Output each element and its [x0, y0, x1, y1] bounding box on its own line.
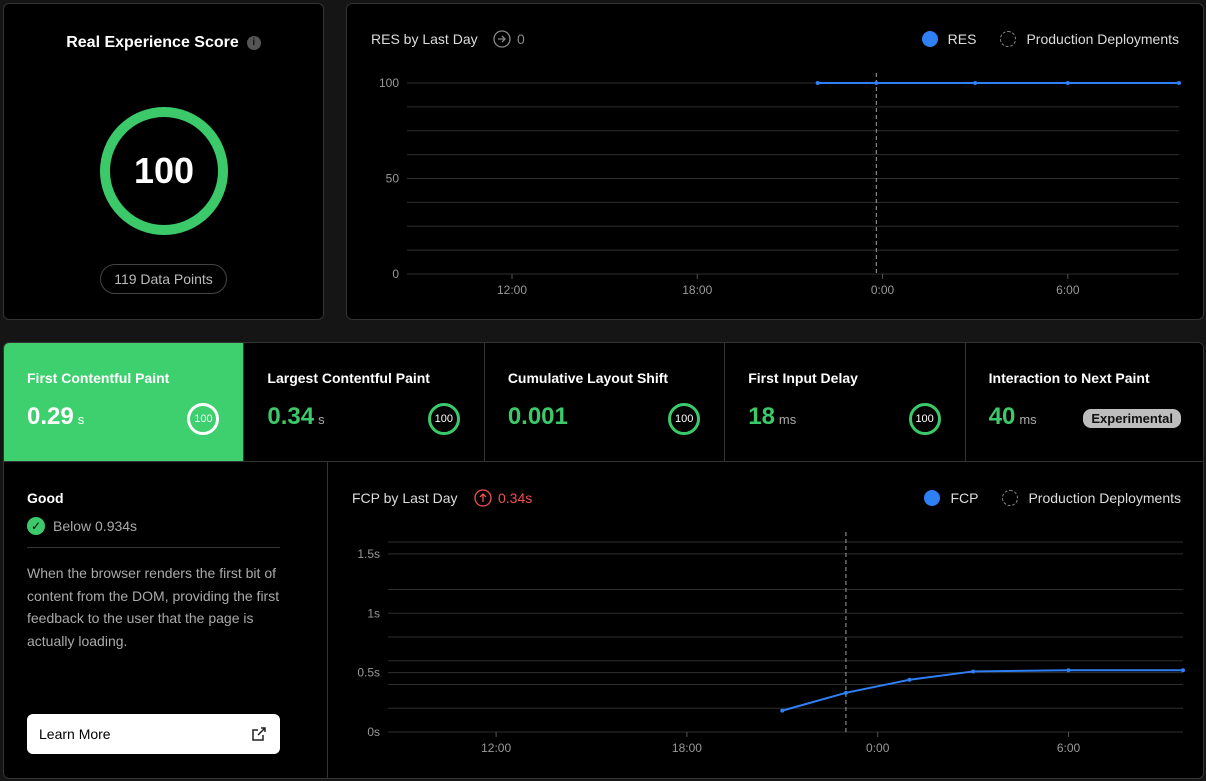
y-tick-label: 0 — [392, 267, 399, 281]
fcp-line-chart: 1.5s 1s 0.5s 0s 12:00 18:00 0:00 6:00 — [357, 532, 1185, 755]
experimental-badge: Experimental — [1083, 409, 1182, 428]
tab-interaction-to-next-paint[interactable]: Interaction to Next Paint 40 ms Experimen… — [965, 343, 1203, 461]
tab-label: Largest Contentful Paint — [267, 370, 430, 386]
metric-tabs: First Contentful Paint 0.29 s 100 Largest… — [4, 343, 1203, 462]
tab-score-ring: 100 — [908, 403, 941, 435]
web-vitals-card: First Contentful Paint 0.29 s 100 Largest… — [3, 342, 1204, 779]
tab-first-contentful-paint[interactable]: First Contentful Paint 0.29 s 100 — [4, 343, 245, 461]
tab-label: First Contentful Paint — [27, 370, 170, 386]
y-tick-label: 50 — [386, 172, 400, 186]
tab-score-ring: 100 — [668, 403, 701, 435]
metric-description: When the browser renders the first bit o… — [27, 565, 280, 649]
x-tick-label: 12:00 — [497, 283, 527, 297]
tab-value: 0.29 s — [27, 403, 84, 431]
res-line-chart: 100 50 0 12:00 18:00 0:00 6:00 — [379, 73, 1181, 297]
tab-score-ring: 100 — [187, 403, 220, 435]
series-line — [782, 669, 1183, 712]
data-point — [1181, 668, 1185, 673]
x-tick-label: 0:00 — [866, 741, 890, 755]
data-point — [815, 81, 820, 85]
score-value: 100 — [133, 150, 195, 191]
data-point — [1066, 668, 1071, 673]
data-point — [843, 690, 848, 695]
res-score-card: Real Experience Score i 100 119 Data Poin… — [3, 3, 324, 320]
data-point — [1177, 81, 1181, 85]
tab-value-number: 40 — [988, 403, 1016, 430]
divider — [27, 547, 280, 548]
score-ring: 100 — [100, 107, 228, 235]
x-tick-label: 12:00 — [481, 741, 511, 755]
tab-first-input-delay[interactable]: First Input Delay 18 ms 100 — [725, 343, 966, 461]
data-point — [907, 677, 912, 682]
tab-unit: s — [318, 412, 325, 427]
y-tick-label: 0.5s — [357, 666, 380, 680]
tab-value: 40 ms — [989, 403, 1037, 431]
data-point — [874, 81, 879, 85]
external-link-icon — [252, 727, 266, 741]
tab-value-number: 0.34 — [267, 403, 315, 430]
threshold-text: Below 0.934s — [53, 518, 138, 534]
info-icon[interactable]: i — [246, 36, 261, 50]
x-tick-label: 18:00 — [682, 283, 712, 297]
check-circle-icon: ✓ — [27, 517, 45, 535]
threshold-row: ✓ Below 0.934s — [27, 517, 137, 535]
x-tick-label: 0:00 — [871, 283, 895, 297]
data-points-badge: 119 Data Points — [100, 264, 227, 294]
metric-description-panel: Good ✓ Below 0.934s When the browser ren… — [4, 462, 328, 778]
tab-value-number: 0.29 — [27, 403, 74, 430]
x-tick-label: 6:00 — [1057, 741, 1081, 755]
tab-label: Cumulative Layout Shift — [507, 370, 669, 386]
x-tick-label: 18:00 — [672, 741, 702, 755]
y-tick-label: 0s — [367, 725, 380, 739]
status-label: Good — [27, 490, 64, 506]
y-tick-label: 1.5s — [357, 547, 380, 561]
data-point — [971, 669, 976, 674]
res-chart-card: RES by Last Day 0 RES Production Deploym… — [346, 3, 1204, 320]
data-point — [1065, 81, 1070, 85]
tab-value: 18 ms — [748, 403, 796, 431]
score-title: Real Experience Score — [66, 34, 239, 51]
learn-more-button[interactable]: Learn More — [27, 714, 280, 754]
fcp-chart-panel: FCP by Last Day 0.34s FCP Production Dep… — [328, 462, 1203, 778]
x-tick-label: 6:00 — [1056, 283, 1080, 297]
tab-label: First Input Delay — [748, 370, 858, 386]
data-point — [780, 708, 785, 713]
y-tick-label: 100 — [379, 76, 399, 90]
tab-value-number: 18 — [748, 403, 775, 430]
tab-label: Interaction to Next Paint — [988, 370, 1150, 386]
score-title-row: Real Experience Score i — [4, 34, 323, 52]
tab-largest-contentful-paint[interactable]: Largest Contentful Paint 0.34 s 100 — [244, 343, 485, 461]
tab-value: 0.34 s — [267, 403, 324, 431]
tab-cumulative-layout-shift[interactable]: Cumulative Layout Shift 0.001 100 — [484, 343, 726, 461]
tab-unit: ms — [1019, 412, 1037, 427]
data-point — [973, 81, 978, 85]
learn-more-label: Learn More — [39, 726, 111, 742]
tab-value-number: 0.001 — [507, 403, 568, 430]
tab-unit: ms — [778, 412, 797, 427]
tab-unit: s — [77, 412, 85, 427]
y-tick-label: 1s — [367, 606, 380, 620]
tab-value: 0.001 — [508, 403, 568, 431]
tab-score-ring: 100 — [427, 403, 460, 435]
